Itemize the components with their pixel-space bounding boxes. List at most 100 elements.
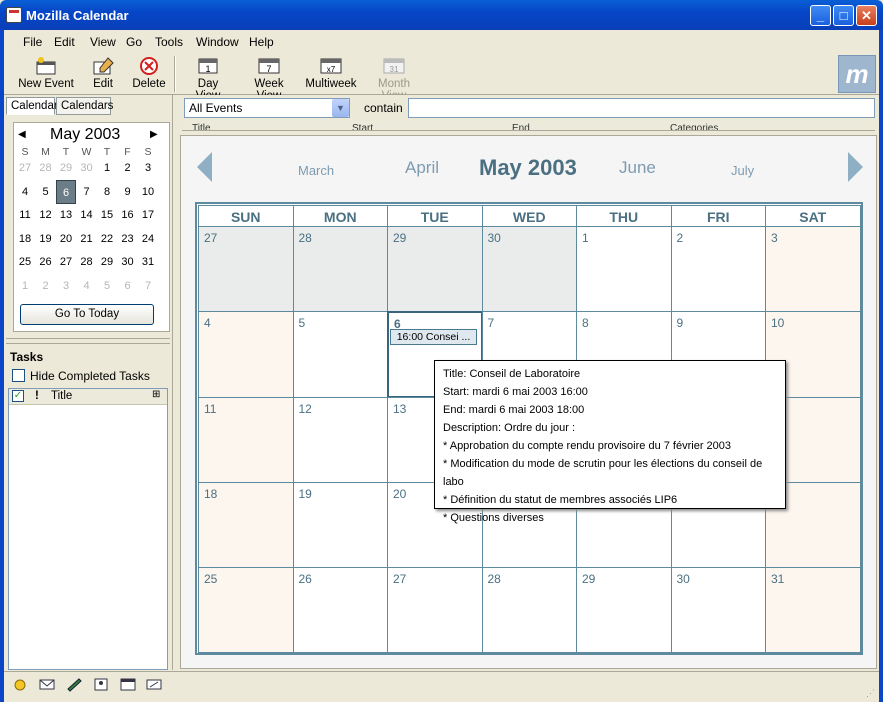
next-month-icon[interactable] xyxy=(848,152,863,182)
month-link-april[interactable]: April xyxy=(405,158,439,178)
composer-icon[interactable] xyxy=(65,677,83,692)
minical-day[interactable]: 8 xyxy=(97,180,117,204)
day-cell[interactable]: 30 xyxy=(670,567,766,654)
minical-day[interactable]: 5 xyxy=(97,274,117,298)
minical-day[interactable]: 22 xyxy=(97,227,117,251)
minical-day[interactable]: 4 xyxy=(15,180,35,204)
minical-day[interactable]: 3 xyxy=(138,156,158,180)
minical-day[interactable]: 30 xyxy=(77,156,97,180)
event-chip[interactable]: 16:00 Consei ... xyxy=(390,329,477,345)
minical-prev-icon[interactable]: ◀ xyxy=(18,129,26,140)
minical-day[interactable]: 4 xyxy=(77,274,97,298)
menu-go[interactable]: Go xyxy=(126,35,142,49)
resize-grip-icon[interactable]: ⋰ xyxy=(866,688,878,698)
task-list[interactable] xyxy=(8,388,168,670)
minical-day[interactable]: 11 xyxy=(15,203,35,227)
menu-window[interactable]: Window xyxy=(196,35,239,49)
minical-day[interactable]: 29 xyxy=(97,250,117,274)
title-column[interactable]: Title xyxy=(51,390,72,402)
chevron-down-icon[interactable]: ▼ xyxy=(332,99,349,117)
day-cell[interactable]: 27 xyxy=(387,567,483,654)
menu-help[interactable]: Help xyxy=(249,35,274,49)
calendar-icon[interactable] xyxy=(119,677,137,692)
day-cell[interactable]: 26 xyxy=(292,567,388,654)
day-cell[interactable]: 29 xyxy=(387,226,483,313)
new-event-button[interactable]: New Event xyxy=(18,56,74,90)
day-cell[interactable]: 2 xyxy=(670,226,766,313)
month-link-june[interactable]: June xyxy=(619,158,656,178)
minical-day[interactable]: 5 xyxy=(36,180,56,204)
minical-day[interactable]: 28 xyxy=(36,156,56,180)
day-cell[interactable]: 4 xyxy=(198,311,294,398)
search-input[interactable] xyxy=(408,98,875,118)
minical-day[interactable]: 28 xyxy=(77,250,97,274)
minical-day[interactable]: 25 xyxy=(15,250,35,274)
day-cell[interactable]: 11 xyxy=(198,396,294,483)
minical-day[interactable]: 29 xyxy=(56,156,76,180)
minimize-button[interactable]: _ xyxy=(810,5,831,26)
minical-day[interactable]: 27 xyxy=(56,250,76,274)
minical-day[interactable]: 1 xyxy=(97,156,117,180)
minical-day[interactable]: 10 xyxy=(138,180,158,204)
tab-calendar[interactable]: Calendar xyxy=(6,97,58,115)
day-cell[interactable]: 27 xyxy=(198,226,294,313)
day-cell[interactable]: 28 xyxy=(292,226,388,313)
tab-calendars[interactable]: Calendars xyxy=(56,97,113,115)
menu-file[interactable]: File xyxy=(23,35,42,49)
minical-day[interactable]: 17 xyxy=(138,203,158,227)
prev-month-icon[interactable] xyxy=(197,152,212,182)
menu-tools[interactable]: Tools xyxy=(155,35,183,49)
minical-day[interactable]: 16 xyxy=(118,203,138,227)
column-title[interactable]: Title xyxy=(192,123,211,130)
minical-day[interactable]: 27 xyxy=(15,156,35,180)
day-cell[interactable]: 29 xyxy=(576,567,672,654)
close-button[interactable]: ✕ xyxy=(856,5,877,26)
minical-day[interactable]: 6 xyxy=(56,179,76,204)
minical-day[interactable]: 26 xyxy=(36,250,56,274)
column-picker-icon[interactable]: ⊞ xyxy=(152,389,160,400)
minical-day[interactable]: 15 xyxy=(97,203,117,227)
pane-splitter[interactable] xyxy=(6,338,170,344)
month-link-march[interactable]: March xyxy=(298,163,334,178)
minical-day[interactable]: 24 xyxy=(138,227,158,251)
column-categories[interactable]: Categories xyxy=(670,123,718,130)
maximize-button[interactable]: □ xyxy=(833,5,854,26)
day-cell[interactable]: 28 xyxy=(481,567,577,654)
menu-edit[interactable]: Edit xyxy=(54,35,75,49)
day-cell[interactable]: 30 xyxy=(481,226,577,313)
minical-day[interactable]: 30 xyxy=(118,250,138,274)
minical-day[interactable]: 13 xyxy=(56,203,76,227)
minical-day[interactable]: 12 xyxy=(36,203,56,227)
minical-day[interactable]: 6 xyxy=(118,274,138,298)
go-to-today-button[interactable]: Go To Today xyxy=(20,304,154,325)
edit-button[interactable]: Edit xyxy=(88,56,118,90)
address-book-icon[interactable] xyxy=(92,677,110,692)
minical-day[interactable]: 31 xyxy=(138,250,158,274)
day-cell[interactable]: 12 xyxy=(292,396,388,483)
minical-day[interactable]: 18 xyxy=(15,227,35,251)
minical-day[interactable]: 20 xyxy=(56,227,76,251)
day-cell[interactable]: 1 xyxy=(576,226,672,313)
minical-day[interactable]: 3 xyxy=(56,274,76,298)
minical-next-icon[interactable]: ▶ xyxy=(150,129,158,140)
minical-day[interactable]: 9 xyxy=(118,180,138,204)
mail-icon[interactable] xyxy=(38,677,56,692)
minical-day[interactable]: 1 xyxy=(15,274,35,298)
completed-column-icon[interactable]: ✓ xyxy=(12,390,24,402)
minical-day[interactable]: 21 xyxy=(77,227,97,251)
minical-day[interactable]: 19 xyxy=(36,227,56,251)
minical-day[interactable]: 7 xyxy=(138,274,158,298)
day-cell[interactable]: 3 xyxy=(765,226,861,313)
chat-icon[interactable] xyxy=(145,677,163,692)
column-end[interactable]: End xyxy=(512,123,530,130)
minical-day[interactable]: 23 xyxy=(118,227,138,251)
priority-column[interactable]: ! xyxy=(35,390,39,402)
column-start[interactable]: Start xyxy=(352,123,373,130)
filter-select[interactable]: All Events xyxy=(184,98,350,118)
day-cell[interactable]: 18 xyxy=(198,481,294,569)
day-cell[interactable]: 31 xyxy=(765,567,861,654)
minical-day[interactable]: 2 xyxy=(118,156,138,180)
day-cell[interactable]: 25 xyxy=(198,567,294,654)
minical-day[interactable]: 14 xyxy=(77,203,97,227)
minical-day[interactable]: 2 xyxy=(36,274,56,298)
